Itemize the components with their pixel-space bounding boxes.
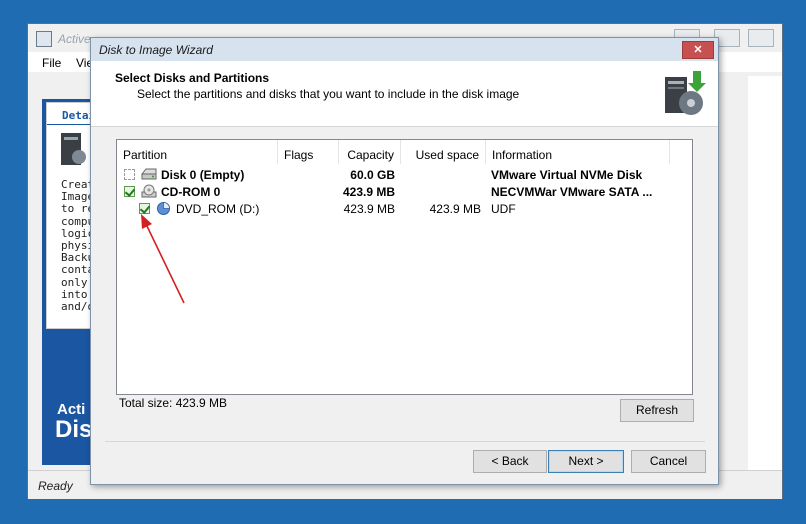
- annotation-arrow-overlay: [141, 214, 185, 304]
- annotation-arrow-line: [145, 223, 185, 304]
- annotation-arrow-head: [141, 214, 152, 229]
